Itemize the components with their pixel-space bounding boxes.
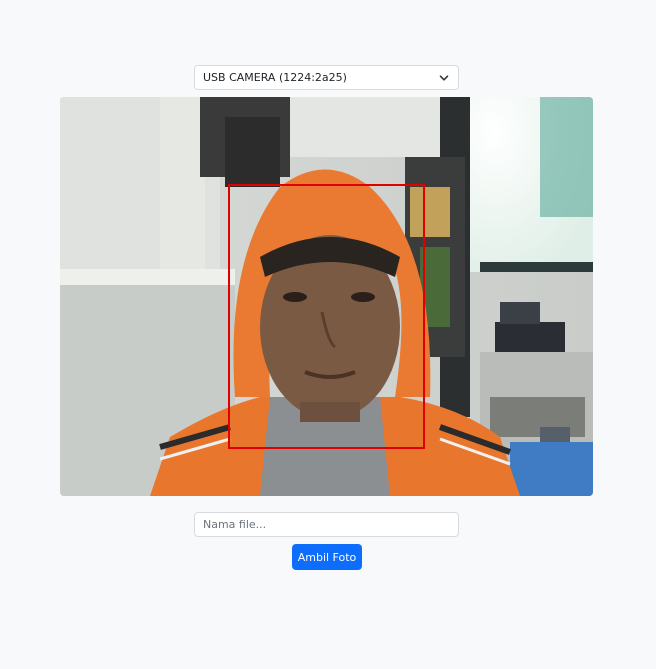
camera-select-value: USB CAMERA (1224:2a25) — [203, 71, 347, 84]
face-detection-box — [228, 184, 425, 449]
camera-preview — [60, 97, 593, 496]
filename-input[interactable] — [194, 512, 459, 537]
capture-photo-button[interactable]: Ambil Foto — [292, 544, 362, 570]
camera-capture-page: USB CAMERA (1224:2a25) Nama file... Ambi… — [0, 0, 656, 669]
camera-select[interactable]: USB CAMERA (1224:2a25) — [194, 65, 459, 90]
chevron-down-icon — [439, 75, 449, 81]
